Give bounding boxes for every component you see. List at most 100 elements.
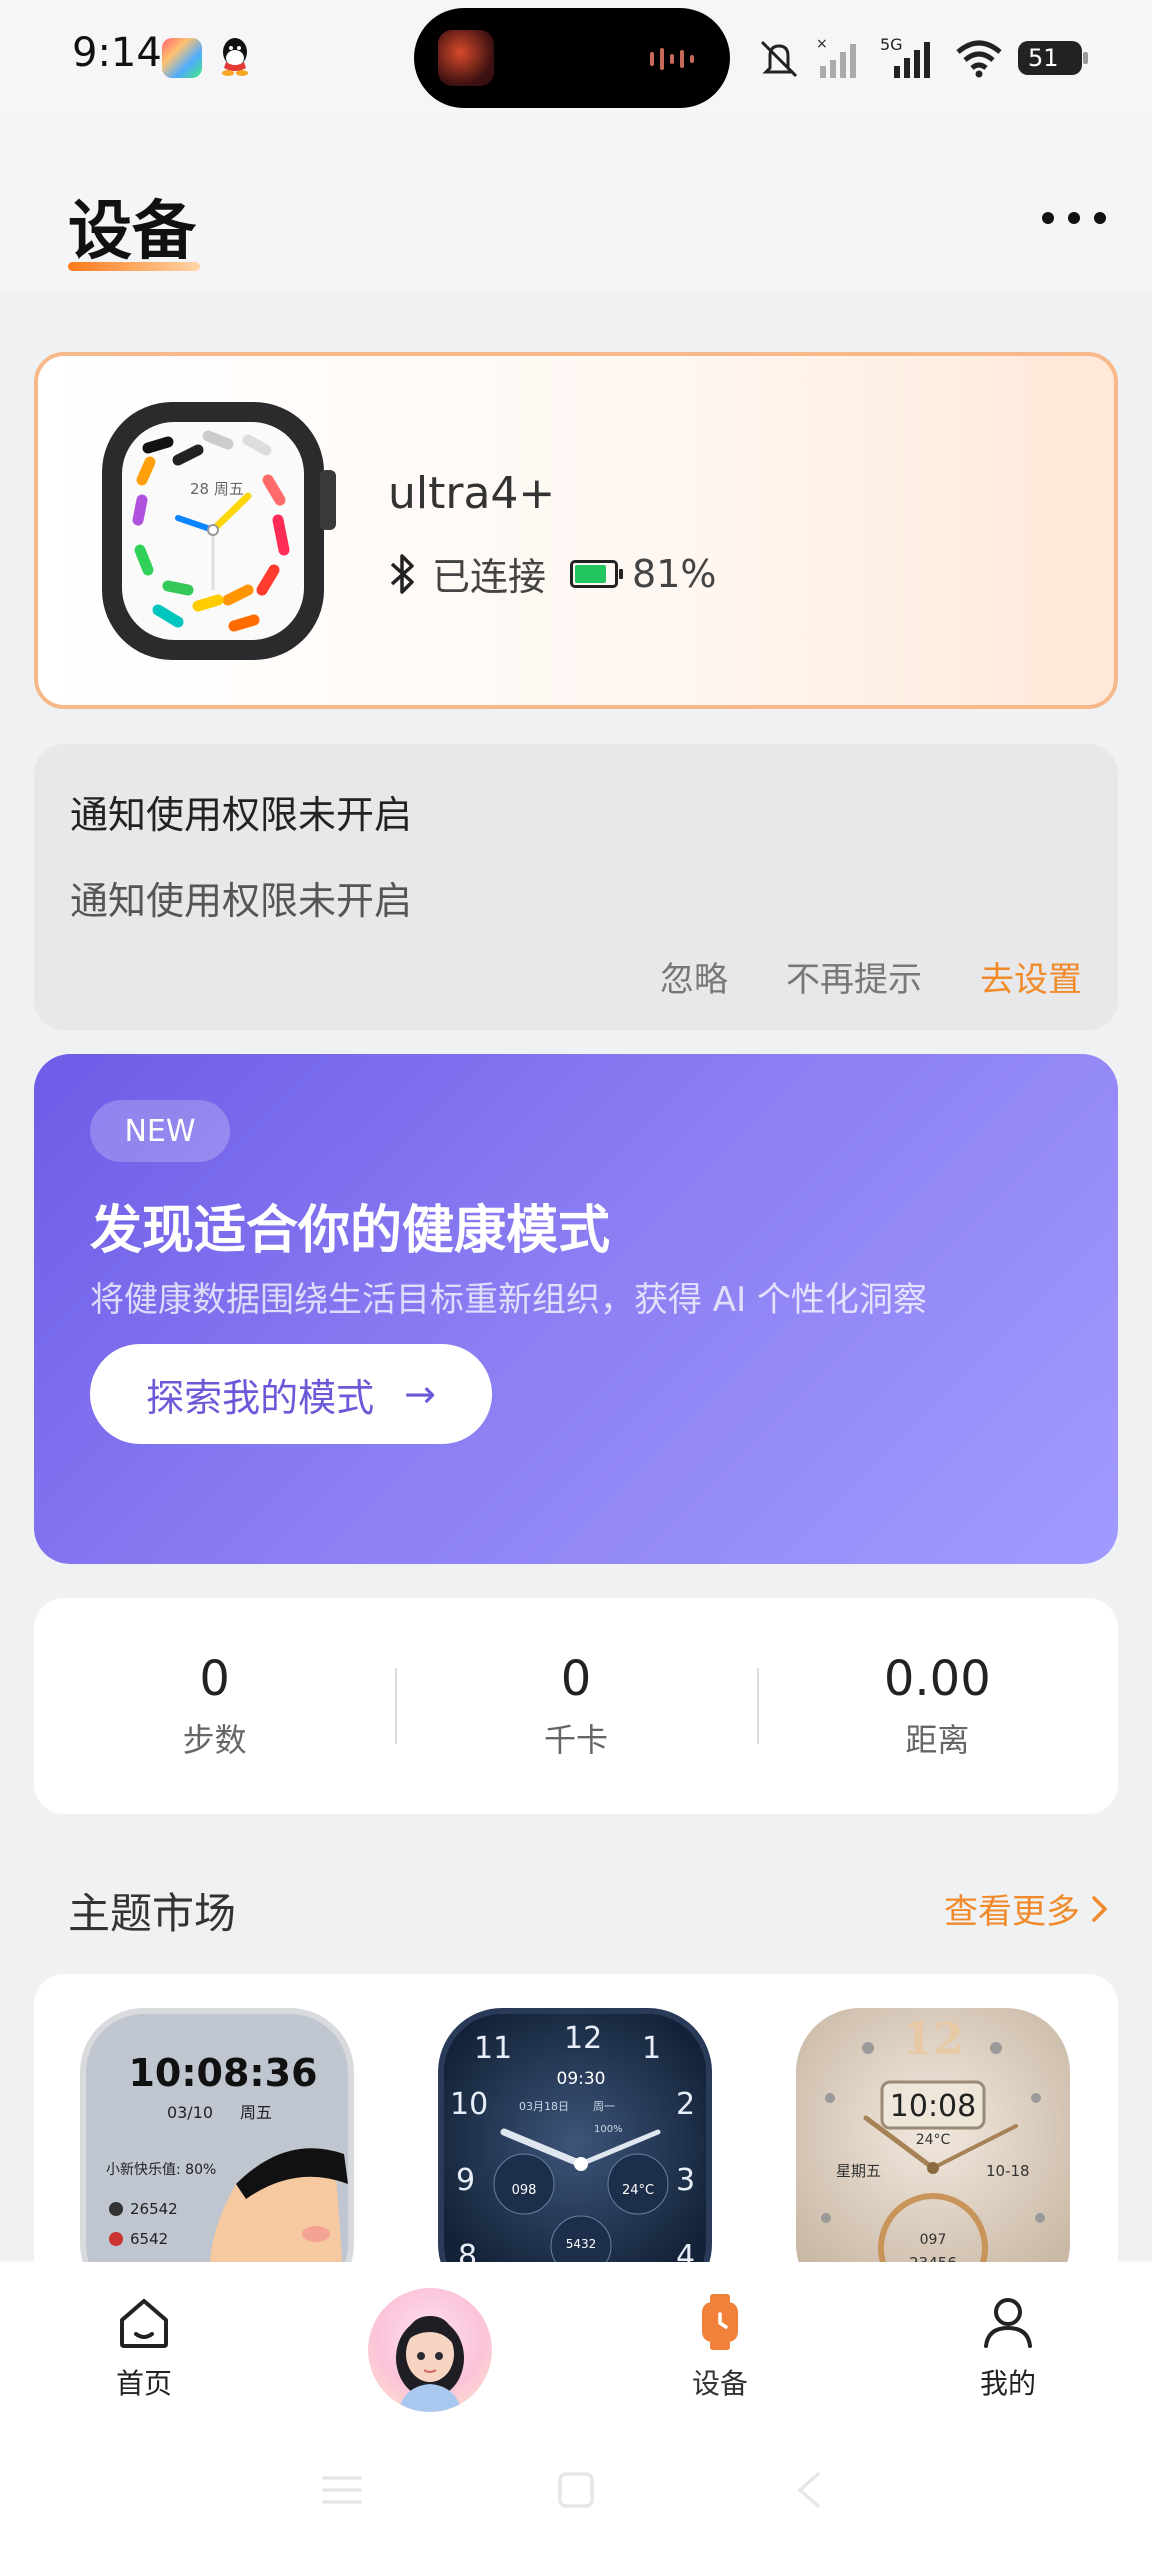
svg-text:03月18日: 03月18日: [519, 2100, 569, 2113]
health-banner-subtitle: 将健康数据围绕生活目标重新组织，获得 AI 个性化洞察: [90, 1280, 927, 1320]
svg-text:×: ×: [816, 36, 828, 52]
svg-text:5G: 5G: [880, 36, 903, 54]
signal-icon: ×: [816, 36, 856, 78]
svg-text:09:30: 09:30: [557, 2069, 606, 2089]
watch-face-preview: 12 10:08 24°C 星期五 10-18 097 23456: [821, 2014, 1045, 2294]
title-underline: [68, 262, 200, 271]
svg-text:100%: 100%: [594, 2124, 623, 2135]
svg-text:10-18: 10-18: [986, 2162, 1030, 2180]
stat-value: 0: [199, 1651, 230, 1707]
dynamic-island[interactable]: [414, 8, 730, 108]
smartwatch-image: 28 周五: [102, 402, 336, 660]
media-thumbnail-icon: [438, 30, 494, 86]
bluetooth-icon: [390, 553, 414, 594]
watch-icon: [702, 2294, 738, 2350]
arrow-right-icon: →: [404, 1372, 436, 1416]
svg-text:12: 12: [902, 2014, 963, 2065]
status-time: 9:14: [72, 30, 162, 76]
user-icon: [984, 2298, 1032, 2348]
connection-status: 已连接: [432, 555, 547, 599]
see-more-label: 查看更多: [944, 1892, 1080, 1932]
new-badge: NEW: [90, 1100, 230, 1162]
watch-face-preview: 10:08:36 03/10 周五 小新快乐值: 80% 26542 6542: [106, 2051, 348, 2294]
stat-label: 距离: [905, 1721, 970, 1759]
go-settings-button[interactable]: 去设置: [980, 952, 1082, 1001]
signal-5g-icon: 5G: [880, 36, 930, 78]
back-nav-icon[interactable]: [788, 2470, 832, 2510]
watch-face-preview: 12 111 10 2 93 84 09:30 03月18日 周一 100% 098…: [450, 2021, 695, 2277]
battery-level-icon: [570, 559, 624, 588]
svg-text:03/10: 03/10: [167, 2103, 213, 2122]
nav-device-label: 设备: [691, 2367, 748, 2400]
health-banner-title: 发现适合你的健康模式: [90, 1201, 611, 1261]
home-icon: [120, 2299, 168, 2348]
assistant-avatar-icon: [396, 2316, 464, 2412]
battery-icon: 51: [1018, 41, 1088, 75]
stat-value: 0.00: [883, 1651, 991, 1707]
svg-text:周一: 周一: [593, 2100, 615, 2113]
stat-value: 0: [560, 1651, 592, 1707]
nav-mine-label: 我的: [979, 2367, 1036, 2400]
nav-home[interactable]: 首页: [74, 2292, 214, 2402]
activity-stats-card[interactable]: 0 步数 0 千卡 0.00 距离: [34, 1598, 1118, 1814]
svg-text:小新快乐值: 80%: 小新快乐值: 80%: [106, 2162, 216, 2178]
svg-text:6542: 6542: [130, 2230, 168, 2248]
app-notification-icon: [162, 38, 202, 78]
nav-mine[interactable]: 我的: [938, 2292, 1078, 2402]
ignore-button[interactable]: 忽略: [660, 952, 728, 1001]
svg-text:3: 3: [676, 2163, 695, 2198]
svg-text:周五: 周五: [240, 2103, 272, 2122]
svg-text:星期五: 星期五: [836, 2162, 881, 2180]
nav-device[interactable]: 设备: [650, 2292, 790, 2402]
mute-icon: [760, 40, 798, 78]
device-name: ultra4+: [388, 468, 556, 519]
health-mode-banner[interactable]: NEW 发现适合你的健康模式 将健康数据围绕生活目标重新组织，获得 AI 个性化…: [34, 1054, 1118, 1564]
nav-home-label: 首页: [115, 2367, 172, 2400]
home-nav-icon[interactable]: [554, 2470, 598, 2510]
svg-text:12: 12: [564, 2021, 602, 2056]
svg-text:9: 9: [456, 2163, 475, 2198]
watch-face-item[interactable]: 12 10:08 24°C 星期五 10-18 097 23456: [796, 2008, 1070, 2294]
theme-list: 10:08:36 03/10 周五 小新快乐值: 80% 26542 6542 …: [34, 1974, 1118, 2294]
svg-text:10:08: 10:08: [890, 2089, 976, 2124]
device-status: 已连接 81%: [388, 546, 716, 601]
page-title: 设备: [68, 195, 196, 269]
stat-distance: 0.00 距离: [756, 1598, 1118, 1814]
audio-wave-icon: [650, 48, 694, 70]
svg-text:10:08:36: 10:08:36: [128, 2051, 317, 2095]
svg-text:2: 2: [676, 2087, 695, 2122]
explore-mode-label: 探索我的模式: [146, 1375, 375, 1420]
stat-label: 步数: [182, 1721, 247, 1759]
device-card[interactable]: 28 周五 ultra4+ 已连接 81%: [34, 352, 1118, 709]
svg-text:10: 10: [450, 2087, 488, 2122]
theme-market-title: 主题市场: [68, 1889, 237, 1938]
svg-text:26542: 26542: [130, 2200, 178, 2218]
explore-mode-button[interactable]: 探索我的模式 →: [90, 1344, 492, 1444]
svg-text:098: 098: [512, 2183, 537, 2198]
ai-assistant-avatar[interactable]: [368, 2288, 492, 2412]
notification-permission-card: 通知使用权限未开启 通知使用权限未开启 忽略 不再提示 去设置: [34, 744, 1118, 1030]
stat-calories: 0 千卡: [395, 1598, 756, 1814]
svg-text:5432: 5432: [566, 2237, 597, 2251]
more-options-button[interactable]: [1042, 196, 1106, 240]
svg-text:097: 097: [920, 2232, 947, 2248]
svg-text:24°C: 24°C: [916, 2132, 951, 2148]
wifi-icon: [956, 40, 1002, 78]
notice-body: 通知使用权限未开启: [70, 879, 413, 923]
menu-nav-icon[interactable]: [320, 2470, 364, 2510]
see-more-link[interactable]: 查看更多: [944, 1884, 1110, 1933]
watch-face-item[interactable]: 10:08:36 03/10 周五 小新快乐值: 80% 26542 6542: [80, 2008, 354, 2294]
svg-text:24°C: 24°C: [622, 2183, 654, 2198]
qq-icon: [222, 38, 248, 76]
svg-text:1: 1: [642, 2031, 661, 2066]
system-navigation-bar: [0, 2460, 1152, 2520]
svg-text:11: 11: [474, 2031, 512, 2066]
more-dots-icon: [1042, 212, 1054, 224]
chevron-right-icon: [1092, 1895, 1108, 1922]
notice-title: 通知使用权限未开启: [70, 793, 413, 837]
notice-actions: 忽略 不再提示 去设置: [660, 952, 1082, 1001]
watch-face-item[interactable]: 12 1 11 10 2 93 84 09:30 03月18日 周一 100% 098…: [438, 2008, 712, 2294]
stat-steps: 0 步数: [34, 1598, 395, 1814]
dont-remind-button[interactable]: 不再提示: [786, 952, 922, 1001]
stat-label: 千卡: [543, 1721, 608, 1759]
